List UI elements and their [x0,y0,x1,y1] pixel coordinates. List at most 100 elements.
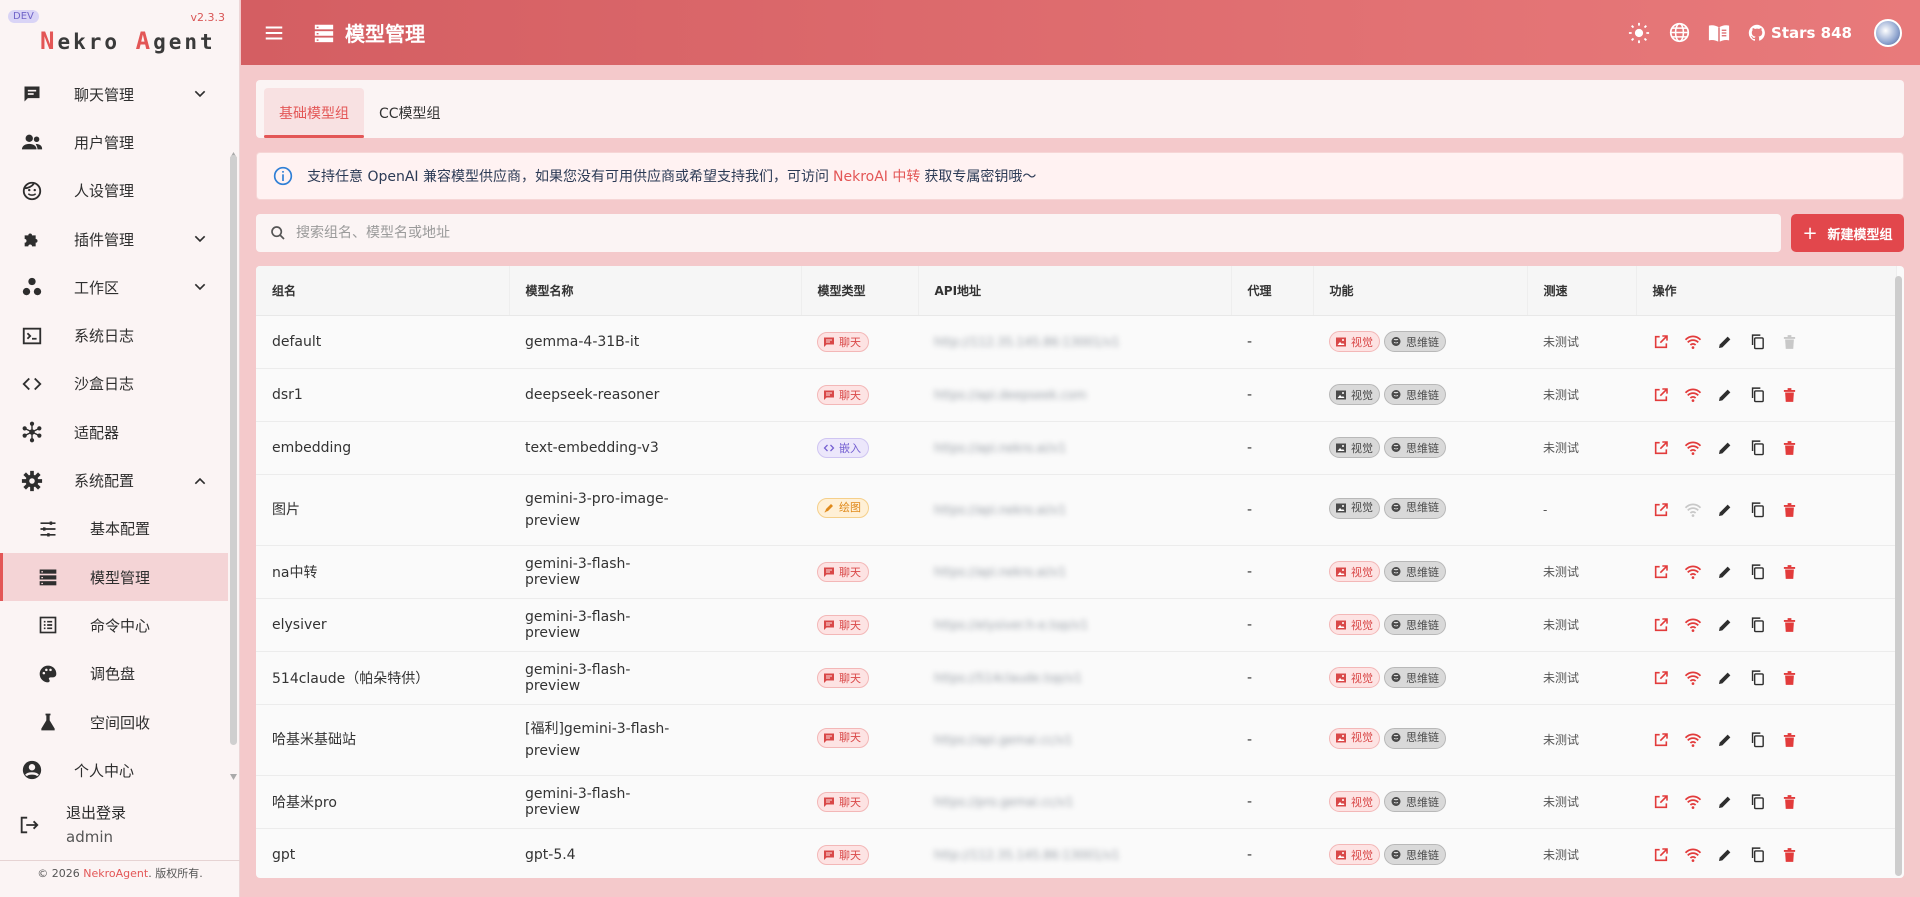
open-external-button[interactable] [1652,846,1670,864]
sidebar-scrollbar[interactable] [230,155,237,745]
sidebar-item-system-config[interactable]: 系统配置 [0,456,228,504]
brand-logo[interactable]: Nekro Agent [40,27,216,55]
edit-button[interactable] [1716,669,1734,687]
tab-cc-model-group[interactable]: CC模型组 [364,88,456,138]
speed-test-button[interactable] [1684,731,1702,749]
edit-button[interactable] [1716,793,1734,811]
edit-button[interactable] [1716,439,1734,457]
open-external-button[interactable] [1652,731,1670,749]
github-stars-button[interactable]: Stars 848 [1748,24,1852,42]
sidebar-item-space-recycle[interactable]: 空间回收 [0,698,228,746]
table-row[interactable]: 图片 gemini-3-pro-image-preview 绘图 https://ap… [256,474,1896,546]
speed-test-button[interactable] [1684,846,1702,864]
nekroai-relay-link[interactable]: NekroAI 中转 [833,166,920,186]
edit-button[interactable] [1716,333,1734,351]
speed-test-button[interactable] [1684,793,1702,811]
sidebar-item-users[interactable]: 用户管理 [0,118,228,166]
column-header-speed[interactable]: 测速 [1527,266,1637,316]
tab-basic-model-group[interactable]: 基础模型组 [264,88,364,138]
delete-button[interactable] [1780,439,1798,457]
sidebar-item-persona[interactable]: 人设管理 [0,167,228,215]
table-row[interactable]: gpt gpt-5.4 聊天 http://112.35.145.86:13001/v… [256,828,1896,878]
table-row[interactable]: na中转 gemini-3-flash-preview 聊天 https://api.… [256,545,1896,599]
copy-button[interactable] [1748,333,1766,351]
edit-button[interactable] [1716,501,1734,519]
scroll-up-arrow[interactable] [230,146,237,158]
copy-button[interactable] [1748,793,1766,811]
table-row[interactable]: elysiver gemini-3-flash-preview 聊天 https://… [256,598,1896,652]
speed-test-button[interactable] [1684,439,1702,457]
copy-button[interactable] [1748,439,1766,457]
delete-button[interactable] [1780,793,1798,811]
table-row[interactable]: dsr1 deepseek-reasoner 聊天 https://api.deeps… [256,368,1896,422]
delete-button[interactable] [1780,669,1798,687]
edit-button[interactable] [1716,386,1734,404]
table-row[interactable]: embedding text-embedding-v3 嵌入 https://api.… [256,421,1896,475]
open-external-button[interactable] [1652,793,1670,811]
sidebar-item-system-log[interactable]: 系统日志 [0,311,228,359]
edit-button[interactable] [1716,731,1734,749]
sidebar-item-basic-config[interactable]: 基本配置 [0,505,228,553]
footer-link[interactable]: NekroAgent [83,867,148,880]
column-header-group[interactable]: 组名 [256,266,510,316]
delete-button[interactable] [1780,846,1798,864]
delete-button[interactable] [1780,333,1798,351]
scroll-down-arrow[interactable] [230,768,237,780]
docs-button[interactable] [1708,22,1730,44]
copy-button[interactable] [1748,501,1766,519]
copy-button[interactable] [1748,616,1766,634]
table-scrollbar[interactable] [1895,276,1902,876]
speed-test-button[interactable] [1684,386,1702,404]
open-external-button[interactable] [1652,501,1670,519]
sidebar-item-palette[interactable]: 调色盘 [0,650,228,698]
open-external-button[interactable] [1652,563,1670,581]
sidebar-item-adapters[interactable]: 适配器 [0,408,228,456]
menu-icon[interactable] [263,22,285,44]
speed-test-button[interactable] [1684,563,1702,581]
theme-toggle-button[interactable] [1628,22,1650,44]
column-header-model[interactable]: 模型名称 [509,266,802,316]
open-external-button[interactable] [1652,333,1670,351]
sidebar-item-profile[interactable]: 个人中心 [0,746,228,794]
open-external-button[interactable] [1652,439,1670,457]
search-box[interactable] [256,214,1781,252]
edit-button[interactable] [1716,563,1734,581]
sidebar-item-chat[interactable]: 聊天管理 [0,70,228,118]
table-row[interactable]: 哈基米基础站 [福利]gemini-3-flash-preview 聊天 https:… [256,704,1896,776]
copy-button[interactable] [1748,669,1766,687]
copy-button[interactable] [1748,846,1766,864]
table-row[interactable]: 514claude（帕朵特供） gemini-3-flash-preview 聊天 h… [256,651,1896,705]
user-avatar[interactable] [1874,18,1902,47]
delete-button[interactable] [1780,731,1798,749]
copy-button[interactable] [1748,563,1766,581]
language-button[interactable] [1668,22,1690,44]
copy-button[interactable] [1748,731,1766,749]
sidebar-item-sandbox-log[interactable]: 沙盒日志 [0,360,228,408]
speed-test-button[interactable] [1684,669,1702,687]
search-input[interactable] [296,225,896,241]
sidebar-item-model-management[interactable]: 模型管理 [0,552,228,602]
open-external-button[interactable] [1652,616,1670,634]
speed-test-button[interactable] [1684,333,1702,351]
new-model-group-button[interactable]: + 新建模型组 [1791,214,1904,252]
sidebar-item-command-center[interactable]: 命令中心 [0,601,228,649]
open-external-button[interactable] [1652,669,1670,687]
edit-button[interactable] [1716,846,1734,864]
sidebar-item-workspace[interactable]: 工作区 [0,263,228,311]
table-row[interactable]: 哈基米pro gemini-3-flash-preview 聊天 https://pr… [256,775,1896,829]
column-header-features[interactable]: 功能 [1313,266,1528,316]
column-header-proxy[interactable]: 代理 [1231,266,1314,316]
column-header-type[interactable]: 模型类型 [801,266,919,316]
table-row[interactable]: default gemma-4-31B-it 聊天 http://112.35.145… [256,315,1896,369]
sidebar-item-plugins[interactable]: 插件管理 [0,215,228,263]
speed-test-button[interactable] [1684,616,1702,634]
logout-button[interactable]: 退出登录 admin [0,800,228,850]
delete-button[interactable] [1780,563,1798,581]
delete-button[interactable] [1780,616,1798,634]
speed-test-button[interactable] [1684,501,1702,519]
column-header-api[interactable]: API地址 [918,266,1232,316]
open-external-button[interactable] [1652,386,1670,404]
copy-button[interactable] [1748,386,1766,404]
delete-button[interactable] [1780,501,1798,519]
edit-button[interactable] [1716,616,1734,634]
